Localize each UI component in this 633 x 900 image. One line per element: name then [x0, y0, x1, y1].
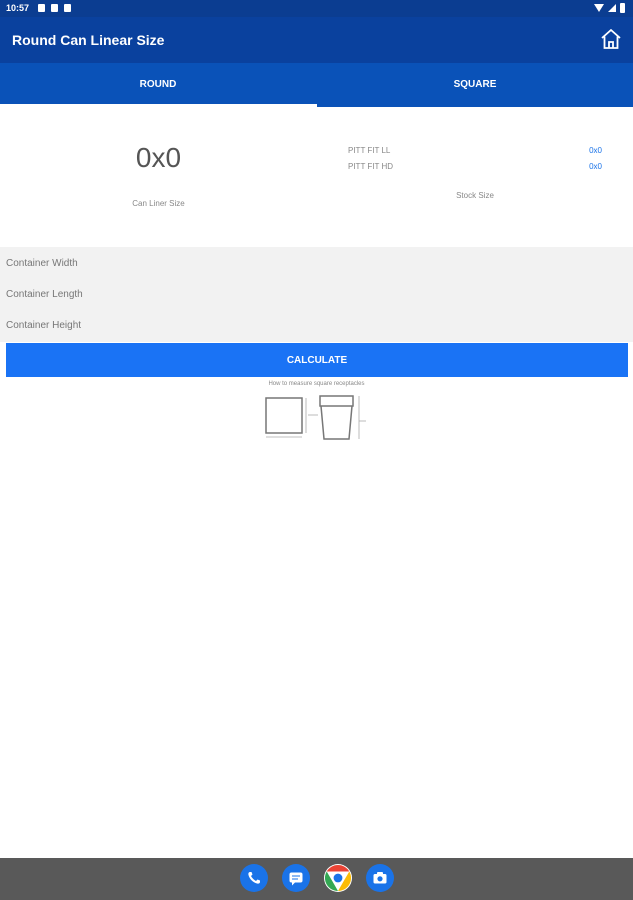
phone-icon[interactable]	[240, 864, 268, 892]
sd-card-icon	[64, 4, 71, 12]
camera-icon[interactable]	[366, 864, 394, 892]
chrome-icon[interactable]	[324, 864, 352, 892]
stock-row: PITT FIT HD 0x0	[348, 162, 602, 171]
status-bar: 10:57	[0, 0, 633, 17]
shield-icon	[51, 4, 58, 12]
system-icons	[594, 3, 625, 13]
can-liner-size-label: Can Liner Size	[132, 199, 185, 208]
notification-icons	[38, 4, 71, 12]
messages-icon[interactable]	[282, 864, 310, 892]
input-panel	[0, 247, 633, 342]
notification-icon	[38, 4, 45, 12]
container-length-input[interactable]	[6, 280, 627, 308]
stock-name: PITT FIT HD	[348, 162, 394, 171]
stock-value: 0x0	[589, 146, 602, 155]
measure-diagram	[262, 393, 372, 443]
container-height-input[interactable]	[6, 311, 627, 339]
stock-name: PITT FIT LL	[348, 146, 391, 155]
status-time: 10:57	[6, 3, 30, 13]
calculate-button[interactable]: CALCULATE	[6, 343, 628, 377]
navigation-bar	[0, 858, 633, 900]
page-title: Round Can Linear Size	[12, 32, 165, 48]
home-icon[interactable]	[599, 27, 623, 51]
signal-icon	[608, 4, 616, 12]
stock-value: 0x0	[589, 162, 602, 171]
result-panel: 0x0 Can Liner Size PITT FIT LL 0x0 PITT …	[0, 107, 633, 247]
stock-size-label: Stock Size	[456, 191, 494, 200]
tab-round[interactable]: ROUND	[0, 63, 316, 107]
tab-square[interactable]: SQUARE	[317, 63, 633, 107]
stock-row: PITT FIT LL 0x0	[348, 146, 602, 155]
container-width-input[interactable]	[6, 249, 627, 277]
howto-caption: How to measure square receptacles	[268, 381, 365, 387]
app-bar: Round Can Linear Size	[0, 17, 633, 63]
can-liner-size-value: 0x0	[135, 142, 182, 173]
wifi-icon	[594, 4, 604, 12]
battery-icon	[620, 3, 625, 13]
tab-bar: ROUND SQUARE	[0, 63, 633, 107]
